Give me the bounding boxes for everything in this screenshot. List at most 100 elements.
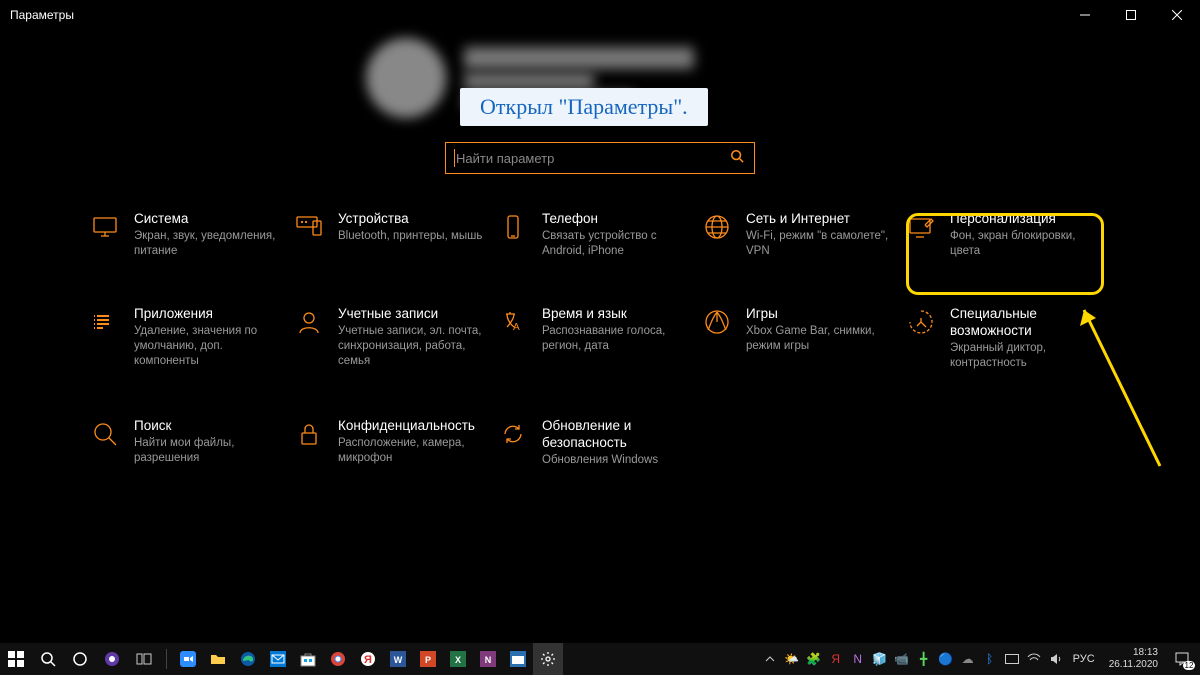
tray-app-1-icon[interactable]: 🌤️ — [783, 650, 801, 668]
ease-of-access-icon — [906, 307, 936, 337]
apps-icon — [90, 307, 120, 337]
svg-text:X: X — [455, 655, 461, 665]
category-search[interactable]: Поиск Найти мои файлы, разрешения — [90, 417, 290, 468]
close-button[interactable] — [1154, 0, 1200, 30]
system-tray: 🌤️ 🧩 Я N 🧊 📹 ╋ 🔵 ☁ ᛒ РУС 18:13 26.11.202… — [761, 643, 1196, 675]
category-title: Поиск — [134, 417, 284, 434]
category-desc: Удаление, значения по умолчанию, доп. ко… — [134, 324, 284, 369]
app-onenote-icon[interactable]: N — [473, 643, 503, 675]
tray-app-7-icon[interactable]: ╋ — [915, 650, 933, 668]
gaming-icon — [702, 307, 732, 337]
tray-app-3-icon[interactable]: Я — [827, 650, 845, 668]
app-store-icon[interactable] — [293, 643, 323, 675]
category-apps[interactable]: Приложения Удаление, значения по умолчани… — [90, 305, 290, 371]
category-desc: Распознавание голоса, регион, дата — [542, 324, 692, 354]
category-system[interactable]: СистемаЭкран, звук, уведомления, питание — [90, 210, 290, 259]
app-settings-icon[interactable] — [533, 643, 563, 675]
category-desc: Найти мои файлы, разрешения — [134, 436, 284, 466]
accounts-icon — [294, 307, 324, 337]
category-desc: Wi-Fi, режим "в самолете", VPN — [746, 229, 896, 259]
tray-bluetooth-icon[interactable]: ᛒ — [981, 650, 999, 668]
user-email-blurred — [464, 73, 594, 89]
tray-wifi-icon[interactable] — [1025, 650, 1043, 668]
titlebar: Параметры — [0, 0, 1200, 30]
category-time-language[interactable]: A Время и языкРаспознавание голоса, реги… — [498, 305, 698, 371]
tray-chevron-icon[interactable] — [761, 650, 779, 668]
annotation-arrow — [1070, 296, 1180, 481]
app-yandex-icon[interactable]: Я — [353, 643, 383, 675]
tray-app-6-icon[interactable]: 📹 — [893, 650, 911, 668]
category-title: Учетные записи — [338, 305, 488, 322]
phone-icon — [498, 212, 528, 242]
network-icon — [702, 212, 732, 242]
app-file-explorer-icon[interactable] — [203, 643, 233, 675]
tray-keyboard-icon[interactable] — [1003, 650, 1021, 668]
settings-header: Открыл "Параметры". — [0, 30, 1200, 174]
yandex-browser-icon[interactable] — [96, 643, 128, 675]
tray-app-4-icon[interactable]: N — [849, 650, 867, 668]
svg-text:A: A — [513, 322, 520, 333]
app-powerpoint-icon[interactable]: P — [413, 643, 443, 675]
tray-time: 18:13 — [1133, 647, 1158, 659]
category-desc: Обновления Windows — [542, 453, 692, 468]
category-desc: Связать устройство с Android, iPhone — [542, 229, 692, 259]
app-chrome-icon[interactable] — [323, 643, 353, 675]
category-title: Обновление и безопасность — [542, 417, 698, 451]
category-accounts[interactable]: Учетные записиУчетные записи, эл. почта,… — [294, 305, 494, 371]
tray-app-8-icon[interactable]: 🔵 — [937, 650, 955, 668]
svg-text:W: W — [394, 655, 403, 665]
system-icon — [90, 212, 120, 242]
update-icon — [498, 419, 528, 449]
maximize-button[interactable] — [1108, 0, 1154, 30]
category-desc: Xbox Game Bar, снимки, режим игры — [746, 324, 896, 354]
category-update-security[interactable]: Обновление и безопасность Обновления Wind… — [498, 417, 698, 468]
category-gaming[interactable]: Игры Xbox Game Bar, снимки, режим игры — [702, 305, 902, 371]
search-caret — [454, 149, 455, 167]
tray-language[interactable]: РУС — [1069, 653, 1099, 665]
cortana-button[interactable] — [64, 643, 96, 675]
category-title: Игры — [746, 305, 896, 322]
category-phone[interactable]: Телефон Связать устройство с Android, iPh… — [498, 210, 698, 259]
privacy-icon — [294, 419, 324, 449]
search-icon — [730, 149, 744, 168]
annotation-callout: Открыл "Параметры". — [460, 88, 708, 126]
minimize-button[interactable] — [1062, 0, 1108, 30]
tray-app-5-icon[interactable]: 🧊 — [871, 650, 889, 668]
tray-date: 26.11.2020 — [1109, 659, 1158, 671]
search-taskbar-button[interactable] — [32, 643, 64, 675]
category-network[interactable]: Сеть и Интернет Wi-Fi, режим "в самолете"… — [702, 210, 902, 259]
category-desc: Экран, звук, уведомления, питание — [134, 229, 284, 259]
app-mail-icon[interactable] — [263, 643, 293, 675]
app-excel-icon[interactable]: X — [443, 643, 473, 675]
user-name-blurred — [464, 47, 694, 69]
category-title: Приложения — [134, 305, 284, 322]
category-desc: Расположение, камера, микрофон — [338, 436, 488, 466]
task-view-button[interactable] — [128, 643, 160, 675]
svg-text:P: P — [425, 655, 431, 665]
start-button[interactable] — [0, 643, 32, 675]
avatar[interactable] — [366, 38, 446, 118]
tray-onedrive-icon[interactable]: ☁ — [959, 650, 977, 668]
tray-notifications-button[interactable]: 12 — [1168, 651, 1196, 667]
search-category-icon — [90, 419, 120, 449]
svg-text:Я: Я — [364, 654, 372, 666]
search-input[interactable] — [456, 151, 730, 166]
search-box[interactable] — [445, 142, 755, 174]
category-title: Телефон — [542, 210, 692, 227]
app-word-icon[interactable]: W — [383, 643, 413, 675]
window-title: Параметры — [10, 8, 74, 22]
category-devices[interactable]: УстройстваBluetooth, принтеры, мышь — [294, 210, 494, 259]
app-edge-icon[interactable] — [233, 643, 263, 675]
category-title: Сеть и Интернет — [746, 210, 896, 227]
taskbar-left: Я W P X N — [0, 643, 563, 675]
tray-clock[interactable]: 18:13 26.11.2020 — [1103, 647, 1164, 671]
tray-app-2-icon[interactable]: 🧩 — [805, 650, 823, 668]
app-zoom-icon[interactable] — [173, 643, 203, 675]
category-privacy[interactable]: Конфиденциальность Расположение, камера, … — [294, 417, 494, 468]
category-title: Конфиденциальность — [338, 417, 488, 434]
tray-notification-badge: 12 — [1183, 661, 1196, 670]
app-generic-icon[interactable] — [503, 643, 533, 675]
category-title: Устройства — [338, 210, 482, 227]
tray-volume-icon[interactable] — [1047, 650, 1065, 668]
devices-icon — [294, 212, 324, 242]
